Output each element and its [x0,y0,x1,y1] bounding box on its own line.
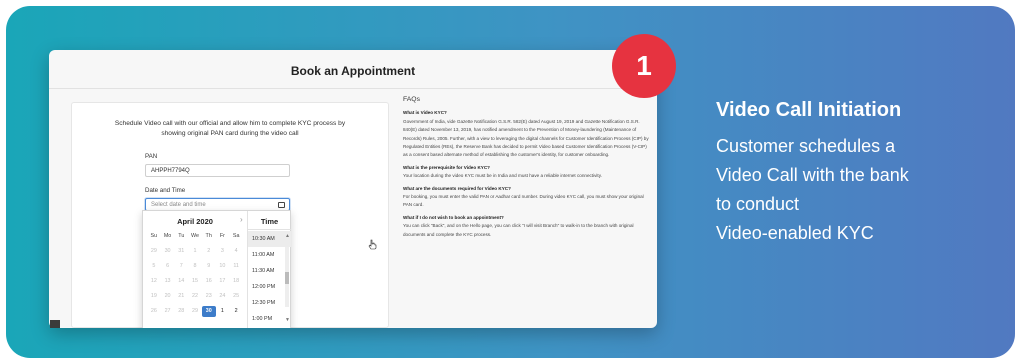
time-slot[interactable]: 1:30 PM [248,327,291,328]
faq-question: What is the prerequisite for Video KYC? [403,164,490,170]
step-heading: Video Call Initiation [716,99,902,121]
header-divider [49,88,657,89]
calendar-day: 30 [164,248,171,254]
faq-title: FAQs [403,96,420,103]
window-corner [50,320,60,328]
calendar-day: 6 [166,263,170,269]
time-header: Time [260,217,279,226]
calendar-day: 13 [164,278,171,284]
calendar-day: 18 [233,278,240,284]
calendar-day: 4 [234,248,238,254]
calendar-day: 5 [152,263,156,269]
calendar-day[interactable]: 2 [229,306,243,317]
calendar-grid: Su Mo Tu We Th Fr Sa 29 30 31 1 2 3 4 5 6 7 8 9 10 11 12 13 14 1… [147,231,243,317]
calendar: ‹ April 2020 › SuMoTuWeThFrSa29303112345… [143,211,247,328]
calendar-day: 25 [233,293,240,299]
calendar-day: 29 [150,248,157,254]
calendar-day: 17 [219,278,226,284]
weekday-label: Sa [232,233,240,239]
calendar-day: 24 [219,293,226,299]
weekday-label: Mo [163,233,172,239]
faq-question: What is Video KYC? [403,110,447,116]
faq-answer: Your location during the video KYC must … [403,173,602,179]
calendar-day: 9 [207,263,211,269]
app-screenshot: Book an Appointment Schedule Video call … [49,50,657,328]
calendar-day: 11 [233,263,239,269]
calendar-day: 12 [150,278,157,284]
calendar-day: 27 [164,308,171,314]
hand-cursor-icon [368,239,377,250]
calendar-day: 2 [207,248,211,254]
scroll-up-icon[interactable]: ▲ [285,233,290,239]
weekday-label: Su [150,233,158,239]
pan-label: PAN [145,153,158,160]
datetime-label: Date and Time [145,187,186,194]
selected-date[interactable]: 30 [201,306,216,317]
weekday-label: Th [205,233,212,239]
time-divider [248,229,291,230]
calendar-month: April 2020 [177,217,213,226]
time-column: Time 10:30 AM 11:00 AM 11:30 AM 12:00 PM 12:… [247,211,377,328]
calendar-day: 8 [193,263,197,269]
calendar-day: 3 [220,248,224,254]
time-scrollbar[interactable] [285,247,289,307]
weekday-label: We [190,233,199,239]
calendar-day: 20 [164,293,171,299]
calendar-day: 1 [193,248,197,254]
calendar-day: 26 [150,308,157,314]
pan-value: AHPPH7794Q [151,168,190,174]
scrollbar-thumb[interactable] [285,272,289,284]
calendar-icon[interactable] [278,202,285,208]
next-month-icon[interactable]: › [240,215,243,224]
faq-answer: Government of India, vide Gazette Notifi… [403,118,649,158]
pan-input[interactable]: AHPPH7794Q [145,164,290,177]
step-description: Customer schedules a Video Call with the … [716,132,986,248]
datetime-picker: ‹ April 2020 › SuMoTuWeThFrSa29303112345… [142,210,377,328]
calendar-day: 15 [191,278,198,284]
calendar-day: 29 [191,308,198,314]
description-line: Video-enabled KYC [716,223,874,243]
faq-answer: For booking, you must enter the valid PA… [403,194,644,208]
page-title: Book an Appointment [290,64,416,78]
calendar-day[interactable]: 1 [216,306,230,317]
datetime-placeholder: Select date and time [151,202,206,208]
calendar-day: 21 [178,293,185,299]
scroll-down-icon[interactable]: ▼ [285,317,290,323]
calendar-day: 31 [178,248,185,254]
faq-question: What if I do not wish to book an appoint… [403,214,504,220]
calendar-day: 22 [191,293,198,299]
calendar-day: 7 [179,263,183,269]
faq-answer: You can click "Back", and on the Hello p… [403,223,634,237]
description-line: Customer schedules a [716,136,896,156]
step-number-badge: 1 [612,34,676,98]
calendar-day: 14 [178,278,185,284]
feature-banner: Book an Appointment Schedule Video call … [6,6,1015,358]
weekday-label: Fr [219,233,225,239]
calendar-day: 16 [205,278,212,284]
calendar-day: 28 [178,308,185,314]
faq-section: FAQs What is Video KYC? Government of Ind… [403,96,649,241]
faq-question: What are the documents required for Vide… [403,185,511,191]
weekday-label: Tu [178,233,185,239]
calendar-day: 10 [219,263,226,269]
description-line: Video Call with the bank [716,165,909,185]
intro-text: Schedule Video call with our official an… [114,120,346,137]
calendar-day: 19 [150,293,157,299]
description-line: to conduct [716,194,800,214]
calendar-day: 23 [205,293,212,299]
